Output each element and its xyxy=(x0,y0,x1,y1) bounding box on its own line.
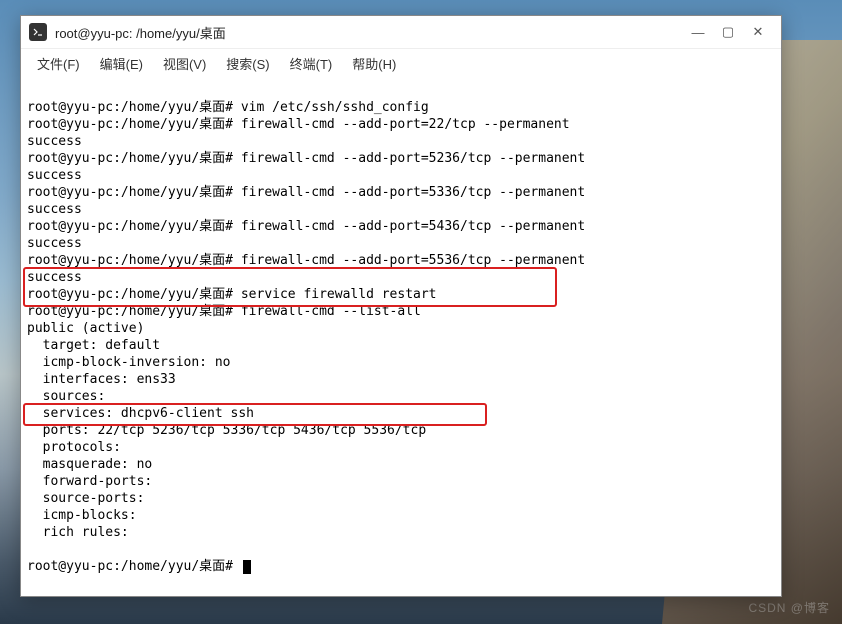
terminal-line: public (active) xyxy=(27,321,144,336)
terminal-line: root@yyu-pc:/home/yyu/桌面# service firewa… xyxy=(27,287,437,302)
menu-terminal[interactable]: 终端(T) xyxy=(282,51,341,76)
terminal-line: root@yyu-pc:/home/yyu/桌面# firewall-cmd -… xyxy=(27,117,570,132)
terminal-line: ports: 22/tcp 5236/tcp 5336/tcp 5436/tcp… xyxy=(27,423,426,438)
terminal-line: forward-ports: xyxy=(27,474,152,489)
terminal-line: success xyxy=(27,202,82,217)
terminal-line: icmp-block-inversion: no xyxy=(27,355,231,370)
terminal-prompt-line: root@yyu-pc:/home/yyu/桌面# xyxy=(27,559,241,574)
terminal-window: root@yyu-pc: /home/yyu/桌面 — ▢ ✕ 文件(F) 编辑… xyxy=(20,15,782,597)
menubar: 文件(F) 编辑(E) 视图(V) 搜索(S) 终端(T) 帮助(H) xyxy=(21,49,781,78)
menu-search[interactable]: 搜索(S) xyxy=(218,51,277,76)
terminal-line: success xyxy=(27,270,82,285)
terminal-line: success xyxy=(27,134,82,149)
terminal-line: success xyxy=(27,236,82,251)
terminal-line: protocols: xyxy=(27,440,121,455)
terminal-line: root@yyu-pc:/home/yyu/桌面# firewall-cmd -… xyxy=(27,151,585,166)
terminal-line: target: default xyxy=(27,338,160,353)
close-button[interactable]: ✕ xyxy=(743,20,773,44)
maximize-button[interactable]: ▢ xyxy=(713,20,743,44)
terminal-line: icmp-blocks: xyxy=(27,508,137,523)
terminal-line: root@yyu-pc:/home/yyu/桌面# firewall-cmd -… xyxy=(27,304,421,319)
terminal-line: source-ports: xyxy=(27,491,144,506)
terminal-line: root@yyu-pc:/home/yyu/桌面# firewall-cmd -… xyxy=(27,219,585,234)
terminal-line: root@yyu-pc:/home/yyu/桌面# vim /etc/ssh/s… xyxy=(27,100,429,115)
menu-file[interactable]: 文件(F) xyxy=(29,51,88,76)
terminal-line: root@yyu-pc:/home/yyu/桌面# firewall-cmd -… xyxy=(27,185,585,200)
terminal-line: rich rules: xyxy=(27,525,129,540)
terminal-line: sources: xyxy=(27,389,105,404)
menu-view[interactable]: 视图(V) xyxy=(155,51,214,76)
terminal-line: interfaces: ens33 xyxy=(27,372,176,387)
watermark-text: CSDN @博客 xyxy=(748,599,830,616)
window-title: root@yyu-pc: /home/yyu/桌面 xyxy=(55,23,683,42)
titlebar[interactable]: root@yyu-pc: /home/yyu/桌面 — ▢ ✕ xyxy=(21,16,781,49)
terminal-line: root@yyu-pc:/home/yyu/桌面# firewall-cmd -… xyxy=(27,253,585,268)
menu-edit[interactable]: 编辑(E) xyxy=(92,51,151,76)
terminal-line: services: dhcpv6-client ssh xyxy=(27,406,254,421)
terminal-line: success xyxy=(27,168,82,183)
minimize-button[interactable]: — xyxy=(683,20,713,44)
terminal-line: masquerade: no xyxy=(27,457,152,472)
cursor-icon xyxy=(243,560,251,574)
menu-help[interactable]: 帮助(H) xyxy=(344,51,404,76)
terminal-icon xyxy=(29,23,47,41)
terminal-output[interactable]: root@yyu-pc:/home/yyu/桌面# vim /etc/ssh/s… xyxy=(21,78,781,596)
